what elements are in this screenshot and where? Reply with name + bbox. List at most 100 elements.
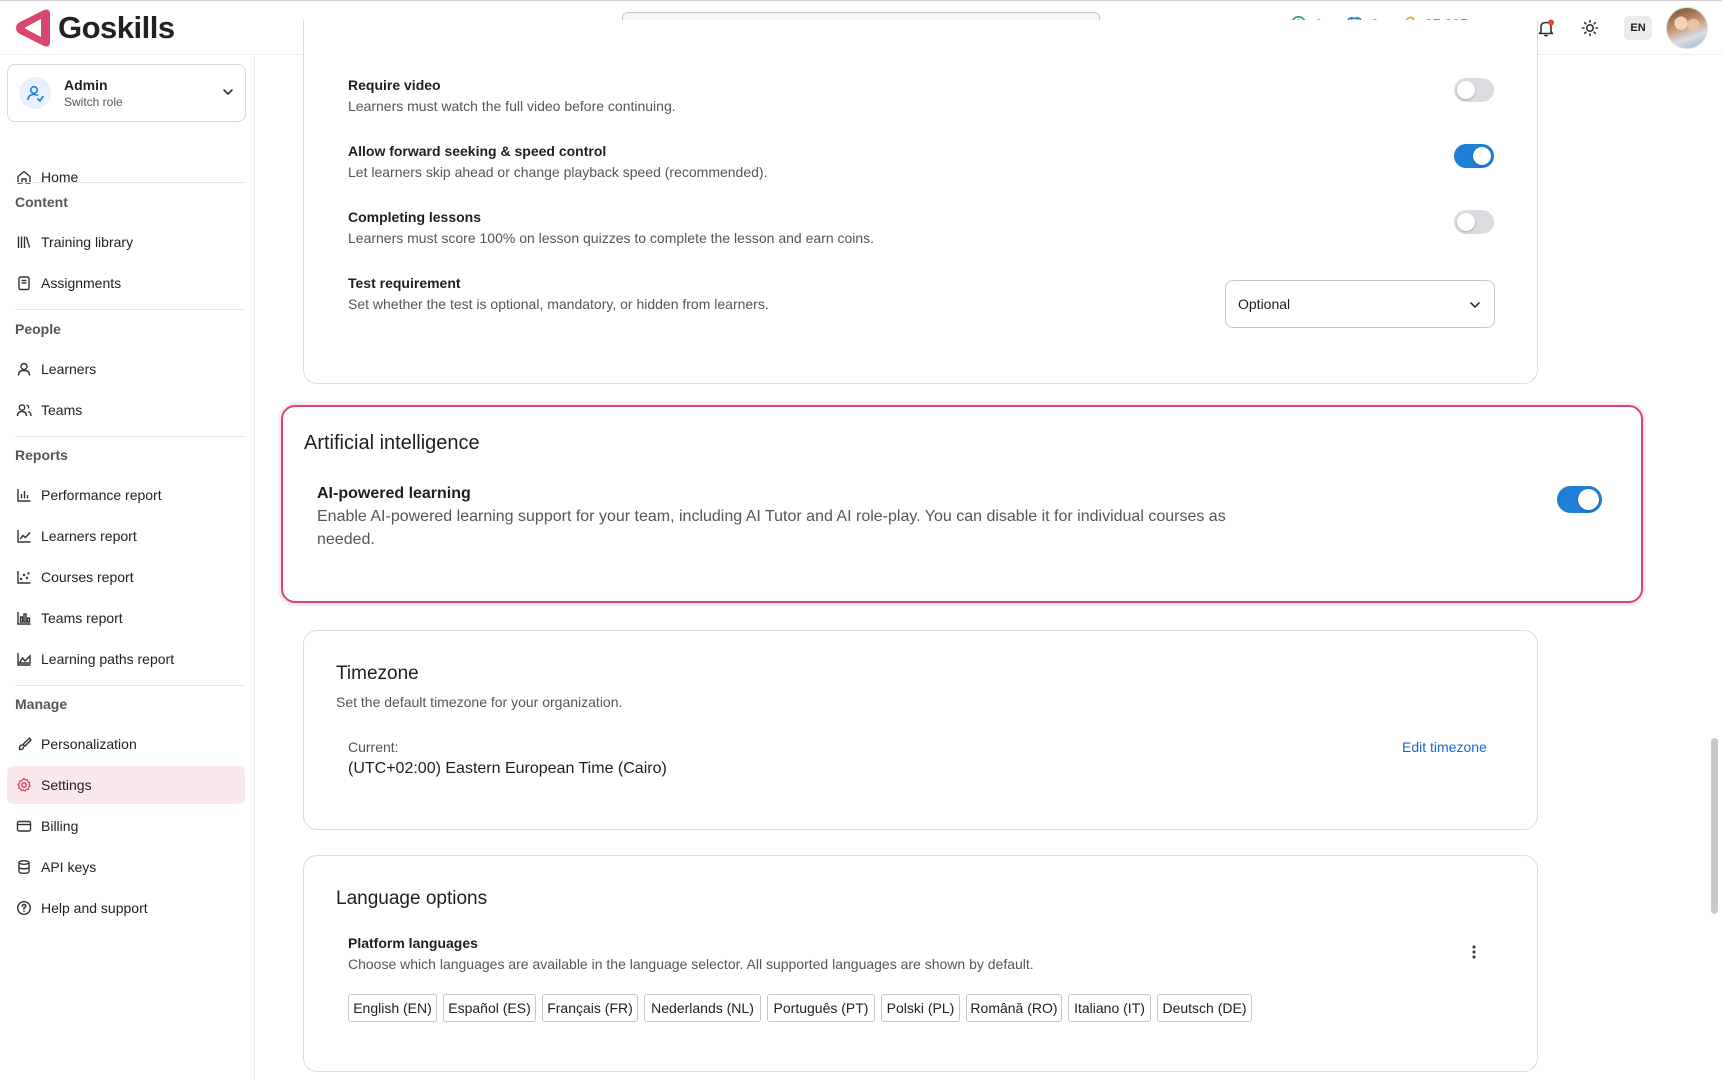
require-video-title: Require video bbox=[348, 77, 441, 93]
language-chip-nl[interactable]: Nederlands (NL) bbox=[644, 994, 761, 1022]
gear-icon bbox=[17, 777, 31, 792]
role-switcher[interactable]: Admin Switch role bbox=[7, 64, 246, 122]
language-chip-pt[interactable]: Português (PT) bbox=[767, 994, 875, 1022]
column-chart-icon bbox=[17, 612, 31, 625]
bell-icon bbox=[1538, 19, 1554, 37]
sidebar-item-label: Learning paths report bbox=[41, 651, 175, 667]
users-icon bbox=[16, 404, 32, 417]
language-chip-fr[interactable]: Français (FR) bbox=[542, 994, 638, 1022]
section-people: People bbox=[15, 321, 61, 337]
timezone-card bbox=[303, 630, 1538, 830]
language-switcher[interactable]: EN bbox=[1624, 16, 1652, 40]
line-chart-icon bbox=[17, 530, 31, 543]
section-content: Content bbox=[15, 194, 68, 210]
sidebar-item-home[interactable]: Home bbox=[7, 158, 245, 196]
sidebar-item-learners[interactable]: Learners bbox=[7, 350, 245, 388]
platform-languages-description: Choose which languages are available in … bbox=[348, 956, 1034, 972]
ai-learning-description-line2: needed. bbox=[317, 531, 375, 548]
help-circle-icon bbox=[16, 900, 32, 916]
sidebar-item-label: Settings bbox=[41, 777, 92, 793]
test-requirement-select[interactable]: Optional bbox=[1225, 280, 1495, 328]
ai-settings-card bbox=[281, 405, 1643, 603]
page-scrollbar[interactable] bbox=[1711, 738, 1718, 914]
edit-timezone-link[interactable]: Edit timezone bbox=[1402, 739, 1487, 755]
scatter-chart-icon bbox=[17, 571, 31, 584]
sidebar-item-label: Learners bbox=[41, 361, 97, 377]
chevron-down-icon bbox=[1470, 302, 1480, 309]
sidebar-item-training-library[interactable]: Training library bbox=[7, 223, 245, 261]
forward-seeking-description: Let learners skip ahead or change playba… bbox=[348, 164, 768, 180]
test-requirement-title: Test requirement bbox=[348, 275, 461, 291]
language-chip-ro[interactable]: Română (RO) bbox=[966, 994, 1062, 1022]
timezone-description: Set the default timezone for your organi… bbox=[336, 694, 623, 710]
role-subtitle: Switch role bbox=[64, 95, 123, 109]
language-chip-en[interactable]: English (EN) bbox=[348, 994, 437, 1022]
timezone-current-value: (UTC+02:00) Eastern European Time (Cairo… bbox=[348, 760, 667, 777]
theme-toggle-button[interactable] bbox=[1580, 18, 1600, 38]
sidebar-item-label: Training library bbox=[41, 234, 134, 250]
chevron-down-icon bbox=[223, 89, 233, 96]
paintbrush-icon bbox=[18, 737, 32, 751]
user-avatar[interactable] bbox=[1666, 7, 1708, 49]
user-role-icon bbox=[19, 77, 51, 109]
sidebar-item-label: Courses report bbox=[41, 569, 134, 585]
divider bbox=[15, 182, 245, 183]
sidebar-item-label: Assignments bbox=[41, 275, 122, 291]
language-chip-it[interactable]: Italiano (IT) bbox=[1068, 994, 1151, 1022]
sidebar-item-personalization[interactable]: Personalization bbox=[7, 725, 245, 763]
sidebar: Admin Switch role Home Content Training … bbox=[0, 56, 255, 1080]
forward-seeking-toggle[interactable] bbox=[1454, 144, 1494, 168]
sidebar-item-assignments[interactable]: Assignments bbox=[7, 264, 245, 302]
test-requirement-description: Set whether the test is optional, mandat… bbox=[348, 296, 769, 312]
ai-learning-description-line1: Enable AI-powered learning support for y… bbox=[317, 508, 1226, 525]
sidebar-item-label: Performance report bbox=[41, 487, 162, 503]
sidebar-item-label: Learners report bbox=[41, 528, 137, 544]
timezone-heading: Timezone bbox=[336, 663, 419, 684]
sidebar-item-courses-report[interactable]: Courses report bbox=[7, 558, 245, 596]
language-chip-pl[interactable]: Polski (PL) bbox=[881, 994, 960, 1022]
user-icon bbox=[17, 362, 31, 376]
divider bbox=[15, 685, 245, 686]
sidebar-item-teams[interactable]: Teams bbox=[7, 391, 245, 429]
test-requirement-selected: Optional bbox=[1238, 296, 1291, 312]
ai-learning-title: AI-powered learning bbox=[317, 485, 471, 502]
completing-lessons-description: Learners must score 100% on lesson quizz… bbox=[348, 230, 875, 246]
database-icon bbox=[18, 860, 30, 875]
more-vertical-icon bbox=[1472, 945, 1476, 959]
platform-languages-title: Platform languages bbox=[348, 935, 478, 951]
ai-learning-toggle[interactable] bbox=[1557, 486, 1602, 513]
sidebar-item-learning-paths-report[interactable]: Learning paths report bbox=[7, 640, 245, 678]
require-video-toggle[interactable] bbox=[1454, 78, 1494, 102]
language-chip-de[interactable]: Deutsch (DE) bbox=[1157, 994, 1252, 1022]
language-chip-es[interactable]: Español (ES) bbox=[443, 994, 536, 1022]
section-reports: Reports bbox=[15, 447, 68, 463]
bar-chart-icon bbox=[17, 489, 31, 502]
timezone-current-label: Current: bbox=[348, 739, 399, 755]
ai-heading: Artificial intelligence bbox=[304, 432, 480, 454]
area-chart-icon bbox=[17, 653, 31, 666]
clipboard-icon bbox=[18, 276, 30, 291]
library-icon bbox=[17, 236, 31, 248]
require-video-description: Learners must watch the full video befor… bbox=[348, 98, 676, 114]
sidebar-item-label: Teams report bbox=[41, 610, 123, 626]
sidebar-item-learners-report[interactable]: Learners report bbox=[7, 517, 245, 555]
role-title: Admin bbox=[64, 77, 108, 93]
sidebar-item-help-support[interactable]: Help and support bbox=[7, 889, 245, 927]
sidebar-item-label: API keys bbox=[41, 859, 97, 875]
notifications-button[interactable] bbox=[1536, 18, 1556, 38]
platform-languages-menu-button[interactable] bbox=[1464, 942, 1484, 962]
sidebar-item-api-keys[interactable]: API keys bbox=[7, 848, 245, 886]
sidebar-item-settings[interactable]: Settings bbox=[7, 766, 245, 804]
completing-lessons-toggle[interactable] bbox=[1454, 210, 1494, 234]
sidebar-item-label: Teams bbox=[41, 402, 83, 418]
language-options-heading: Language options bbox=[336, 888, 488, 909]
sidebar-item-teams-report[interactable]: Teams report bbox=[7, 599, 245, 637]
goskills-logo-icon bbox=[16, 9, 50, 47]
credit-card-icon bbox=[16, 820, 32, 832]
sidebar-item-performance-report[interactable]: Performance report bbox=[7, 476, 245, 514]
goskills-logo[interactable]: Goskills bbox=[14, 7, 175, 49]
completing-lessons-title: Completing lessons bbox=[348, 209, 482, 225]
logo-text: Goskills bbox=[58, 10, 175, 45]
sidebar-item-billing[interactable]: Billing bbox=[7, 807, 245, 845]
divider bbox=[15, 309, 245, 310]
